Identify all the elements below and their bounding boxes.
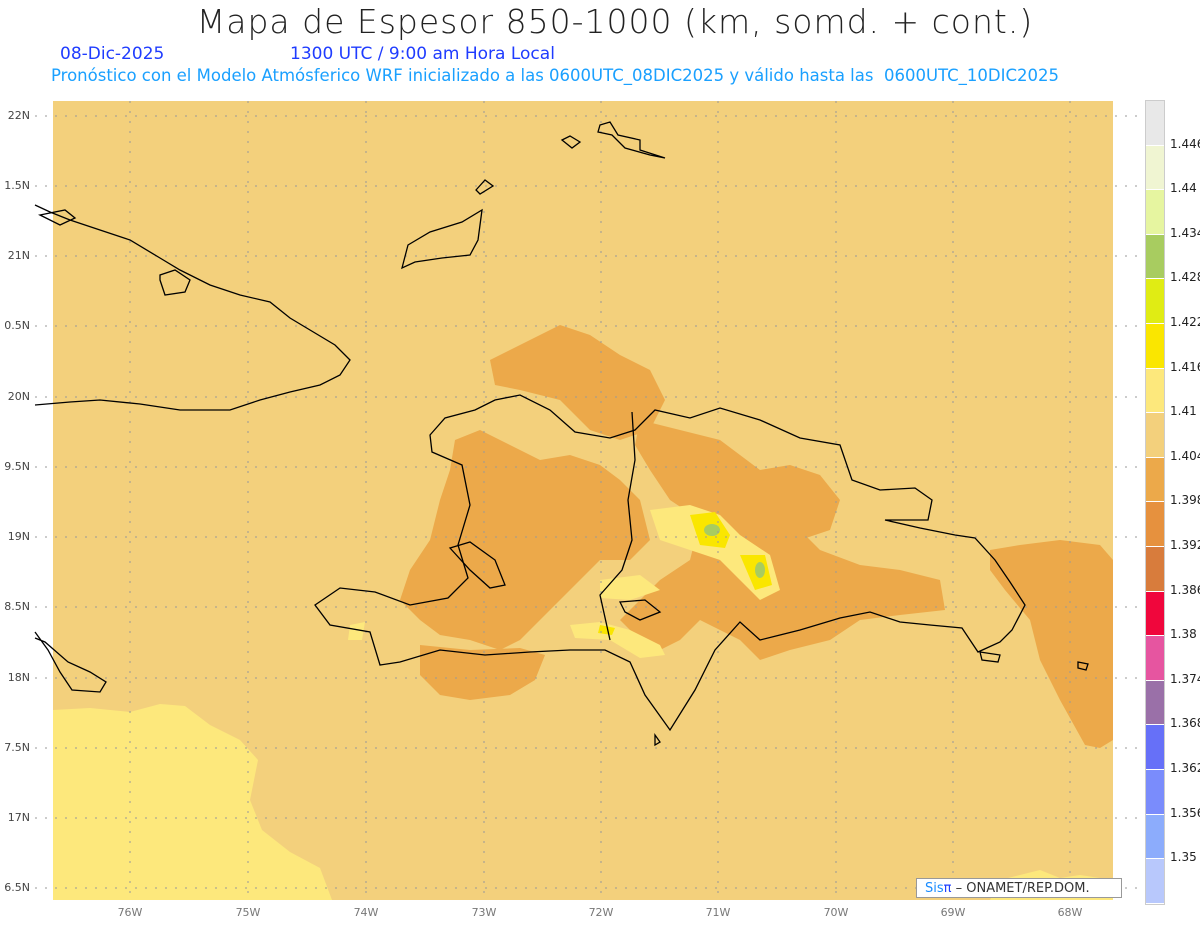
lat-label: 9.5N xyxy=(4,460,30,473)
thickness-map xyxy=(34,101,1140,900)
lat-label: 6.5N xyxy=(4,881,30,894)
colorbar-label: 1.35 xyxy=(1170,850,1197,865)
colorbar-label: 1.416 xyxy=(1170,359,1200,374)
lat-label: 20N xyxy=(7,390,30,403)
lon-label: 72W xyxy=(588,906,614,919)
colorbar-swatch xyxy=(1146,368,1164,414)
colorbar-label: 1.404 xyxy=(1170,448,1200,463)
credit-sis: Sis xyxy=(925,881,944,896)
lon-label: 69W xyxy=(940,906,966,919)
colorbar-label: 1.362 xyxy=(1170,761,1200,775)
lat-label: 1.5N xyxy=(4,179,30,192)
colorbar-label: 1.386 xyxy=(1170,582,1200,597)
colorbar-swatch xyxy=(1146,814,1164,860)
colorbar-label: 1.44 xyxy=(1170,181,1197,196)
thickness-area-green xyxy=(704,524,720,536)
colorbar-label: 1.392 xyxy=(1170,538,1200,552)
colorbar-label: 1.368 xyxy=(1170,716,1200,731)
lon-label: 74W xyxy=(353,906,379,919)
lat-label: 17N xyxy=(7,811,30,824)
colorbar-swatch xyxy=(1146,234,1164,280)
colorbar-label: 1.374 xyxy=(1170,671,1200,686)
lon-label: 76W xyxy=(117,906,143,919)
colorbar-swatch xyxy=(1146,546,1164,592)
lat-label: 8.5N xyxy=(4,600,30,613)
colorbar-swatch xyxy=(1146,859,1164,904)
colorbar-swatch xyxy=(1146,101,1164,146)
colorbar-swatch xyxy=(1146,769,1164,815)
colorbar-label: 1.356 xyxy=(1170,805,1200,820)
colorbar-label: 1.434 xyxy=(1170,225,1200,240)
lat-label: 22N xyxy=(7,109,30,122)
lon-label: 73W xyxy=(471,906,497,919)
colorbar-label: 1.446 xyxy=(1170,136,1200,151)
lon-label: 68W xyxy=(1057,906,1083,919)
colorbar-swatch xyxy=(1146,323,1164,369)
lon-label: 70W xyxy=(823,906,849,919)
colorbar-swatch xyxy=(1146,502,1164,547)
lon-label: 75W xyxy=(235,906,261,919)
colorbar-swatch xyxy=(1146,279,1164,324)
colorbar-swatch xyxy=(1146,190,1164,235)
lat-label: 0.5N xyxy=(4,319,30,332)
colorbar-swatch xyxy=(1146,591,1164,637)
colorbar-swatch xyxy=(1146,457,1164,503)
lat-label: 19N xyxy=(7,530,30,543)
colorbar-swatch xyxy=(1146,145,1164,191)
credit-text: – ONAMET/REP.DOM. xyxy=(951,881,1090,896)
colorbar-label: 1.422 xyxy=(1170,315,1200,329)
colorbar-label: 1.41 xyxy=(1170,404,1197,419)
lat-label: 7.5N xyxy=(4,741,30,754)
thickness-area-green xyxy=(755,562,765,578)
colorbar-swatch xyxy=(1146,636,1164,681)
colorbar-swatch xyxy=(1146,725,1164,770)
colorbar-label: 1.38 xyxy=(1170,627,1197,642)
colorbar-swatch xyxy=(1146,680,1164,726)
lat-label: 21N xyxy=(7,249,30,262)
lat-label: 18N xyxy=(7,671,30,684)
colorbar xyxy=(1145,100,1165,905)
colorbar-swatch xyxy=(1146,413,1164,458)
lon-label: 71W xyxy=(705,906,731,919)
credit-box: Sisπ – ONAMET/REP.DOM. xyxy=(916,878,1122,898)
colorbar-label: 1.428 xyxy=(1170,270,1200,285)
colorbar-label: 1.398 xyxy=(1170,493,1200,508)
